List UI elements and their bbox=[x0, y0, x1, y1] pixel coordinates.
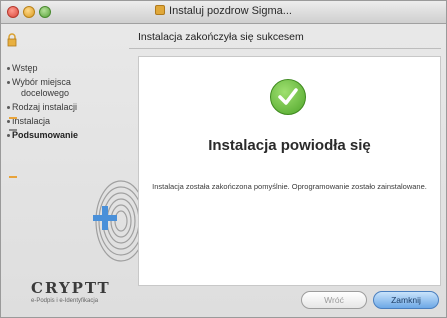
step-installation: Instalacja bbox=[1, 116, 129, 127]
installer-window: Instaluj pozdrow Sigma... Instalacja zak… bbox=[0, 0, 447, 318]
brand-logo: CRYPTT e-Podpis i e-Identyfikacja bbox=[31, 279, 111, 304]
window-title-wrap: Instaluj pozdrow Sigma... bbox=[1, 5, 446, 17]
title-bar: Instaluj pozdrow Sigma... bbox=[1, 1, 446, 24]
step-bullet bbox=[7, 67, 10, 70]
lock-icon bbox=[7, 33, 17, 47]
success-message: Instalacja została zakończona pomyślnie.… bbox=[152, 182, 427, 191]
progress-marker-orange bbox=[9, 117, 17, 119]
step-bullet bbox=[7, 120, 10, 123]
back-button[interactable]: Wróć bbox=[301, 291, 367, 309]
step-label: Wstęp bbox=[12, 63, 38, 73]
success-title: Instalacja powiodła się bbox=[208, 137, 371, 154]
package-icon bbox=[155, 5, 166, 15]
close-button[interactable]: Zamknij bbox=[373, 291, 439, 309]
window-title: Instaluj pozdrow Sigma... bbox=[169, 5, 292, 17]
step-label: docelowego bbox=[21, 88, 70, 98]
step-intro: Wstęp bbox=[1, 63, 129, 74]
steps-sidebar: Wstęp Wybór miejsca docelowego Rodzaj in… bbox=[1, 63, 129, 144]
brand-tagline: e-Podpis i e-Identyfikacja bbox=[31, 298, 99, 304]
plus-icon bbox=[93, 206, 117, 230]
step-summary: Podsumowanie bbox=[1, 130, 129, 141]
brand-name: CRYPTT bbox=[31, 279, 111, 297]
step-bullet bbox=[7, 81, 10, 84]
step-label: Instalacja bbox=[12, 116, 51, 126]
step-bullet bbox=[7, 134, 10, 137]
step-destination-continuation: docelowego bbox=[1, 88, 129, 99]
checkmark-icon bbox=[278, 88, 298, 105]
step-destination: Wybór miejsca bbox=[1, 77, 129, 88]
success-check-icon bbox=[270, 79, 306, 115]
content-panel: Instalacja powiodła się Instalacja zosta… bbox=[138, 56, 441, 286]
progress-marker-gray bbox=[9, 129, 17, 131]
step-label: Rodzaj instalacji bbox=[12, 102, 78, 112]
progress-marker-orange bbox=[9, 176, 17, 178]
page-heading: Instalacja zakończyła się sukcesem bbox=[138, 31, 304, 43]
step-bullet bbox=[7, 106, 10, 109]
step-label: Wybór miejsca bbox=[12, 77, 71, 87]
step-installation-type: Rodzaj instalacji bbox=[1, 102, 129, 113]
step-label: Podsumowanie bbox=[12, 130, 79, 140]
heading-divider bbox=[129, 48, 441, 49]
